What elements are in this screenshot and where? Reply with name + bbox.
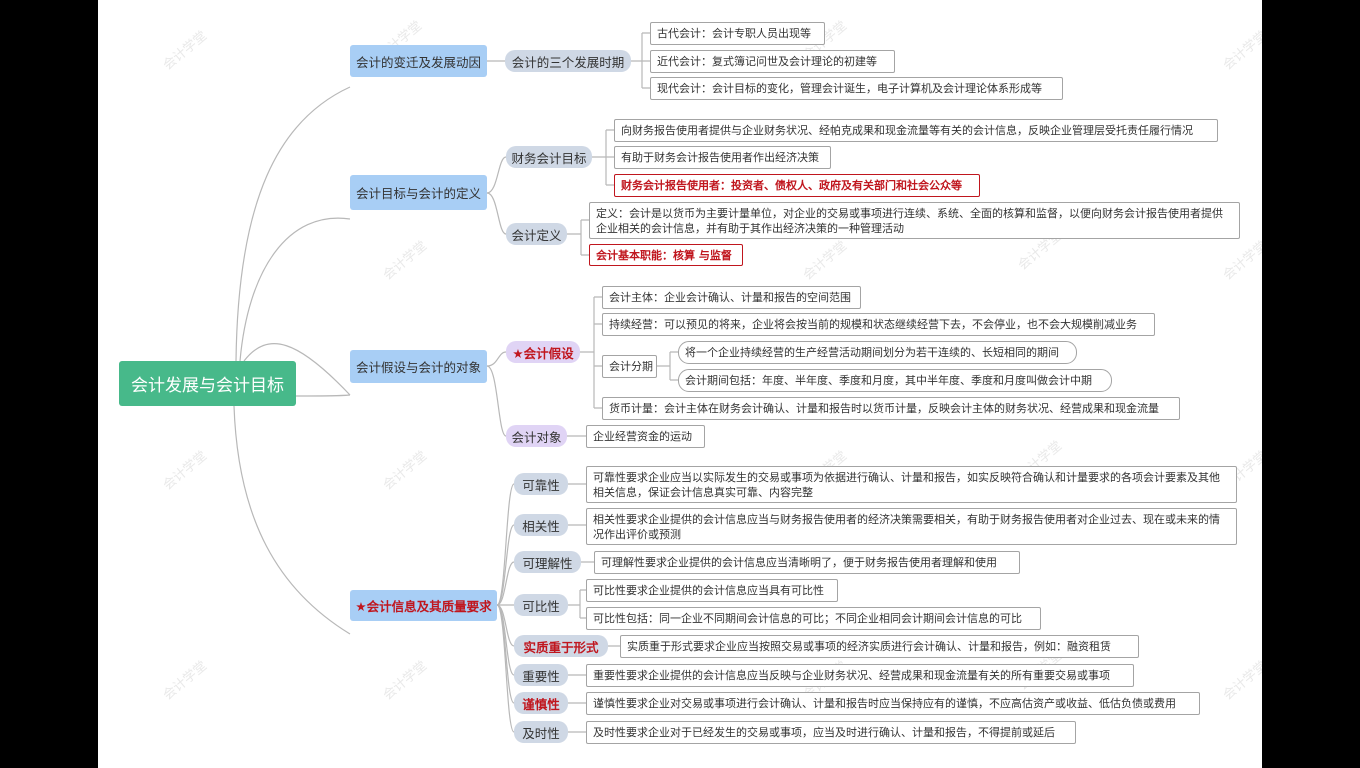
root-topic[interactable]: 会计发展与会计目标 [119,361,296,406]
leaf-basic-functions[interactable]: 会计基本职能：核算 与监督 [589,244,743,266]
leaf-contemporary-accounting[interactable]: 现代会计：会计目标的变化，管理会计诞生，电子计算机及会计理论体系形成等 [650,77,1063,100]
leaf-relevance[interactable]: 相关性要求企业提供的会计信息应当与财务报告使用者的经济决策需要相关，有助于财务报… [586,508,1237,545]
topic-comparability[interactable]: 可比性 [514,594,568,616]
topic-quality-requirements[interactable]: ★会计信息及其质量要求 [350,590,497,621]
topic-prudence[interactable]: 谨慎性 [514,692,568,714]
topic-objectives-definition[interactable]: 会计目标与会计的定义 [350,175,487,210]
connector [486,365,507,437]
topic-assumptions-objects[interactable]: 会计假设与会计的对象 [350,350,487,383]
connector [486,156,507,194]
connector [568,589,586,619]
leaf-period-division[interactable]: 将一个企业持续经营的生产经营活动期间划分为若干连续的、长短相同的期间 [678,341,1077,364]
leaf-ancient-accounting[interactable]: 古代会计：会计专职人员出现等 [650,22,825,45]
connector [592,129,614,186]
leaf-modern-accounting[interactable]: 近代会计：复式簿记问世及会计理论的初建等 [650,50,895,73]
leaf-period-types[interactable]: 会计期间包括：年度、半年度、季度和月度，其中半年度、季度和月度叫做会计中期 [678,369,1112,392]
leaf-objective-decision[interactable]: 有助于财务会计报告使用者作出经济决策 [614,146,831,169]
connector [233,405,351,635]
leaf-going-concern[interactable]: 持续经营：可以预见的将来，企业将会按当前的规模和状态继续经营下去，不会停业，也不… [602,313,1155,336]
topic-accounting-definition[interactable]: 会计定义 [506,223,567,245]
leaf-timeliness[interactable]: 及时性要求企业对于已经发生的交易或事项，应当及时进行确认、计量和报告，不得提前或… [586,721,1076,744]
connector [295,394,351,397]
topic-materiality[interactable]: 重要性 [514,664,568,686]
leaf-prudence[interactable]: 谨慎性要求企业对交易或事项进行会计确认、计量和报告时应当保持应有的谨慎，不应高估… [586,692,1200,715]
leaf-monetary-measurement[interactable]: 货币计量：会计主体在财务会计确认、计量和报告时以货币计量，反映会计主体的财务状况… [602,397,1180,420]
connector [631,32,650,89]
topic-substance-over-form[interactable]: 实质重于形式 [514,635,608,657]
leaf-comparability[interactable]: 可比性要求企业提供的会计信息应当具有可比性 [586,579,838,602]
leaf-reliability[interactable]: 可靠性要求企业应当以实际发生的交易或事项为依据进行确认、计量和报告，如实反映符合… [586,466,1237,503]
leaf-report-users[interactable]: 财务会计报告使用者：投资者、债权人、政府及有关部门和社会公众等 [614,174,980,197]
connector [580,296,602,409]
connector [235,86,351,362]
topic-reliability[interactable]: 可靠性 [514,473,568,495]
leaf-materiality[interactable]: 重要性要求企业提供的会计信息应当反映与企业财务状况、经营成果和现金流量有关的所有… [586,664,1134,687]
leaf-objective-info[interactable]: 向财务报告使用者提供与企业财务状况、经帕克成果和现金流量等有关的会计信息，反映企… [614,119,1218,142]
topic-accounting-assumptions[interactable]: ★会计假设 [506,341,580,363]
connector [239,217,351,362]
mindmap-canvas: 会计学堂 会计学堂 会计学堂 会计学堂 会计学堂 会计学堂 会计学堂 会计学堂 … [98,0,1262,768]
topic-three-periods[interactable]: 会计的三个发展时期 [505,50,631,72]
connector [486,192,507,235]
leaf-comparability-scope[interactable]: 可比性包括：同一企业不同期间会计信息的可比；不同企业相同会计期间会计信息的可比 [586,607,1041,630]
topic-financial-objectives[interactable]: 财务会计目标 [506,146,592,168]
leaf-capital-movement[interactable]: 企业经营资金的运动 [586,425,705,448]
connector [486,351,507,367]
topic-relevance[interactable]: 相关性 [514,514,568,536]
leaf-accounting-entity[interactable]: 会计主体：企业会计确认、计量和报告的空间范围 [602,286,861,309]
connector [496,604,515,704]
leaf-understandability[interactable]: 可理解性要求企业提供的会计信息应当清晰明了，便于财务报告使用者理解和使用 [594,551,1020,574]
leaf-substance-over-form[interactable]: 实质重于形式要求企业应当按照交易或事项的经济实质进行会计确认、计量和报告，例如：… [620,635,1139,658]
topic-timeliness[interactable]: 及时性 [514,721,568,743]
topic-accounting-object[interactable]: 会计对象 [506,425,567,447]
topic-accounting-evolution[interactable]: 会计的变迁及发展动因 [350,45,487,77]
connector [567,219,589,256]
connector [657,351,678,381]
leaf-definition-text[interactable]: 定义：会计是以货币为主要计量单位，对企业的交易或事项进行连续、系统、全面的核算和… [589,202,1240,239]
topic-understandability[interactable]: 可理解性 [514,551,581,573]
leaf-accounting-period[interactable]: 会计分期 [602,355,657,378]
